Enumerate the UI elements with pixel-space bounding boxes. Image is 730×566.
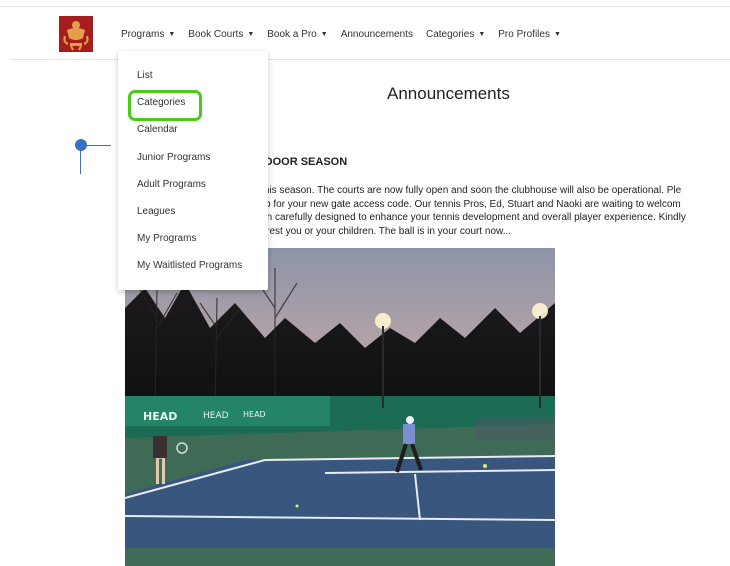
nav-book-a-pro[interactable]: Book a Pro ▼ <box>267 29 327 40</box>
menu-item-leagues[interactable]: Leagues <box>137 206 175 217</box>
categories-highlight-box <box>128 90 202 121</box>
svg-text:HEAD: HEAD <box>143 410 177 423</box>
svg-text:HEAD: HEAD <box>243 410 266 419</box>
nav-pro-profiles[interactable]: Pro Profiles ▼ <box>498 29 561 40</box>
nav-programs-label: Programs <box>121 28 165 40</box>
nav-announcements-label: Announcements <box>340 28 413 40</box>
svg-text:HEAD: HEAD <box>203 411 229 421</box>
nav-book-a-pro-label: Book a Pro <box>267 28 317 40</box>
menu-item-my-waitlisted-programs[interactable]: My Waitlisted Programs <box>137 260 242 271</box>
top-border <box>0 6 730 7</box>
nav-book-courts[interactable]: Book Courts ▼ <box>188 29 254 40</box>
post-line: Club for your new gate access code. Our … <box>250 198 681 210</box>
caret-down-icon: ▼ <box>168 30 176 38</box>
nav-categories[interactable]: Categories ▼ <box>426 29 485 40</box>
crest-icon <box>59 16 93 52</box>
caret-down-icon: ▼ <box>247 30 255 38</box>
menu-item-my-programs[interactable]: My Programs <box>137 233 196 244</box>
caret-down-icon: ▼ <box>320 30 328 38</box>
post-image: HEAD HEAD HEAD <box>125 248 555 566</box>
caret-down-icon: ▼ <box>553 30 561 38</box>
nav-pro-profiles-label: Pro Profiles <box>498 28 550 40</box>
nav-announcements[interactable]: Announcements <box>341 29 413 40</box>
nav-book-courts-label: Book Courts <box>188 28 244 40</box>
post-body: tennis season. The courts are now fully … <box>250 184 730 238</box>
tennis-court-photo-icon: HEAD HEAD HEAD <box>125 248 555 566</box>
menu-item-adult-programs[interactable]: Adult Programs <box>137 179 206 190</box>
programs-dropdown-menu: List Categories Calendar Junior Programs… <box>118 51 268 290</box>
nav-programs[interactable]: Programs ▼ <box>121 29 175 40</box>
timeline-connector <box>85 145 111 146</box>
post-line: interest you or your children. The ball … <box>250 225 512 237</box>
post-line: been carefully designed to enhance your … <box>250 212 686 223</box>
post-line: tennis season. The courts are now fully … <box>250 185 682 196</box>
timeline-dot-icon <box>75 139 87 151</box>
club-logo[interactable] <box>59 16 93 52</box>
caret-down-icon: ▼ <box>478 30 486 38</box>
nav-categories-label: Categories <box>425 28 475 40</box>
menu-item-junior-programs[interactable]: Junior Programs <box>137 152 210 163</box>
menu-item-list[interactable]: List <box>137 70 153 81</box>
page-title: Announcements <box>387 84 510 103</box>
menu-item-calendar[interactable]: Calendar <box>137 124 178 135</box>
